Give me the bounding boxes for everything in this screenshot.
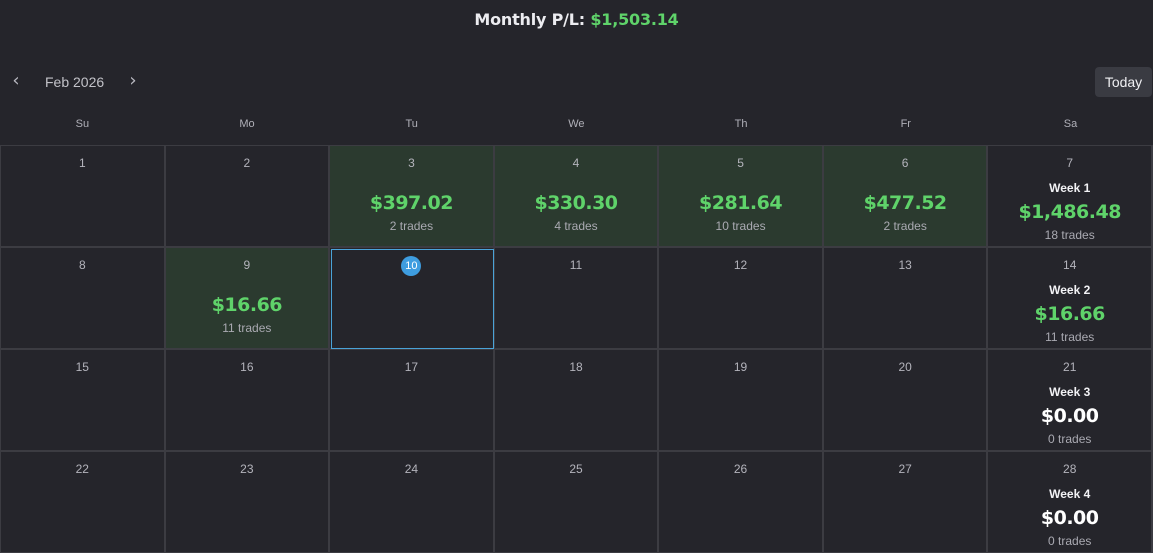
- day-number: 15: [75, 360, 89, 374]
- calendar-day-cell[interactable]: 7 Week 1 $1,486.48 18 trades: [988, 146, 1153, 248]
- calendar-day-cell[interactable]: 3 $397.02 2 trades: [330, 146, 495, 248]
- calendar-day-cell[interactable]: 28 Week 4 $0.00 0 trades: [988, 452, 1153, 553]
- day-pnl: $477.52: [863, 192, 948, 214]
- day-number: 8: [78, 258, 86, 272]
- calendar-day-cell[interactable]: 27: [823, 452, 989, 553]
- calendar-day-cell[interactable]: 16: [165, 350, 331, 452]
- calendar-day-cell[interactable]: 14 Week 2 $16.66 11 trades: [988, 248, 1153, 350]
- day-number: 1: [78, 156, 86, 170]
- day-pnl: $281.64: [699, 192, 783, 214]
- day-number: 26: [733, 462, 748, 476]
- day-number: 25: [569, 462, 583, 476]
- day-trade-count: 2 trades: [883, 219, 927, 233]
- weekday-monday: Mo: [239, 118, 255, 130]
- day-number: 17: [404, 360, 419, 374]
- day-number: 12: [733, 258, 748, 272]
- day-pnl: $397.02: [369, 192, 454, 214]
- day-number: 9: [243, 258, 251, 272]
- day-trade-count: 4 trades: [554, 219, 598, 233]
- weekday-header: Su Mo Tu We Th Fr Sa: [0, 118, 1153, 134]
- today-button[interactable]: Today: [1095, 67, 1152, 97]
- day-number: 16: [240, 360, 254, 374]
- calendar-day-cell[interactable]: 17: [330, 350, 495, 452]
- calendar-day-cell[interactable]: 8: [1, 248, 166, 350]
- day-number: 22: [75, 462, 89, 476]
- weekday-tuesday: Tu: [405, 118, 418, 130]
- calendar-day-cell[interactable]: 21 Week 3 $0.00 0 trades: [988, 350, 1153, 452]
- weekday-sunday: Su: [75, 118, 90, 130]
- calendar-day-cell[interactable]: 1: [1, 146, 166, 248]
- calendar-day-cell[interactable]: 26: [659, 452, 824, 553]
- calendar-day-cell[interactable]: 10: [330, 248, 495, 350]
- day-number: 28: [1063, 462, 1077, 476]
- calendar-day-cell[interactable]: 13: [823, 248, 989, 350]
- calendar-grid: 1 2 3 $397.02 2 trades 4 $330.30 4 trades 5 $281.…: [0, 145, 1153, 553]
- monthly-pl-label: Monthly P/L:: [474, 10, 585, 29]
- week-trade-count: 11 trades: [1045, 330, 1095, 344]
- day-number: 24: [404, 462, 419, 476]
- calendar-day-cell[interactable]: 6 $477.52 2 trades: [823, 146, 989, 248]
- calendar-day-cell[interactable]: 20: [823, 350, 989, 452]
- chevron-left-icon[interactable]: ‹: [5, 70, 27, 94]
- day-pnl: $330.30: [534, 192, 618, 214]
- week-pnl: $0.00: [1040, 507, 1099, 529]
- day-number: 21: [1063, 360, 1077, 374]
- week-pnl: $16.66: [1034, 303, 1106, 325]
- calendar-day-cell[interactable]: 4 $330.30 4 trades: [494, 146, 660, 248]
- day-number: 4: [572, 156, 580, 170]
- monthly-pl-value: $1,503.14: [590, 10, 679, 29]
- week-trade-count: 0 trades: [1048, 432, 1092, 446]
- calendar-day-cell[interactable]: 2: [165, 146, 331, 248]
- calendar-day-cell[interactable]: 22: [1, 452, 166, 553]
- chevron-right-icon[interactable]: ›: [122, 70, 144, 94]
- day-number: 18: [569, 360, 583, 374]
- day-number: 23: [240, 462, 254, 476]
- week-pnl: $0.00: [1040, 405, 1099, 427]
- day-trade-count: 10 trades: [715, 219, 766, 233]
- calendar-day-cell[interactable]: 9 $16.66 11 trades: [165, 248, 331, 350]
- day-number: 13: [898, 258, 912, 272]
- week-label: Week 3: [1049, 385, 1091, 399]
- day-number: 10: [330, 256, 493, 276]
- day-number: 20: [898, 360, 912, 374]
- day-number: 6: [901, 156, 909, 170]
- day-number: 7: [1066, 156, 1074, 170]
- pnl-calendar: Monthly P/L: $1,503.14 ‹ Feb 2026 › Toda…: [0, 0, 1153, 553]
- day-number: 5: [737, 156, 744, 170]
- weekday-wednesday: We: [568, 118, 585, 130]
- week-trade-count: 0 trades: [1048, 534, 1092, 548]
- day-trade-count: 11 trades: [222, 321, 272, 335]
- calendar-day-cell[interactable]: 15: [1, 350, 166, 452]
- weekday-thursday: Th: [734, 118, 748, 130]
- today-badge: 10: [401, 256, 422, 276]
- day-number: 14: [1063, 258, 1077, 272]
- day-pnl: $16.66: [211, 294, 283, 316]
- monthly-summary: Monthly P/L: $1,503.14: [0, 10, 1153, 29]
- calendar-day-cell[interactable]: 18: [494, 350, 660, 452]
- week-label: Week 4: [1049, 487, 1091, 501]
- week-label: Week 1: [1049, 181, 1091, 195]
- month-navigation: ‹ Feb 2026 › Today: [0, 66, 1153, 98]
- day-trade-count: 2 trades: [389, 219, 434, 233]
- weekday-saturday: Sa: [1063, 118, 1078, 130]
- week-label: Week 2: [1049, 283, 1091, 297]
- day-number: 27: [898, 462, 912, 476]
- current-month-label: Feb 2026: [45, 74, 105, 90]
- calendar-day-cell[interactable]: 23: [165, 452, 331, 553]
- day-number: 2: [243, 156, 251, 170]
- calendar-day-cell[interactable]: 19: [659, 350, 824, 452]
- week-pnl: $1,486.48: [1018, 201, 1121, 223]
- day-number: 11: [569, 258, 583, 272]
- calendar-day-cell[interactable]: 12: [659, 248, 824, 350]
- calendar-day-cell[interactable]: 5 $281.64 10 trades: [659, 146, 824, 248]
- week-trade-count: 18 trades: [1044, 228, 1095, 242]
- weekday-friday: Fr: [900, 118, 911, 130]
- day-number: 19: [733, 360, 748, 374]
- calendar-day-cell[interactable]: 24: [330, 452, 495, 553]
- calendar-day-cell[interactable]: 11: [494, 248, 660, 350]
- calendar-day-cell[interactable]: 25: [494, 452, 660, 553]
- day-number: 3: [408, 156, 415, 170]
